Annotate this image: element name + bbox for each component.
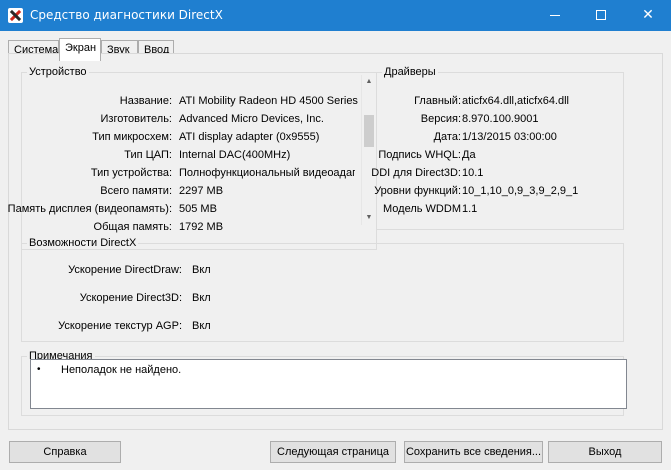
window-title: Средство диагностики DirectX xyxy=(30,8,223,22)
direct3d-value: Вкл xyxy=(192,292,211,304)
bullet-icon: • xyxy=(37,364,41,375)
device-name-label: Название: xyxy=(119,95,172,107)
feature-row-agp: Ускорение текстур AGP: Вкл xyxy=(22,320,322,334)
whql-label: Подпись WHQL: xyxy=(378,149,461,161)
dac-type-label: Тип ЦАП: xyxy=(124,149,172,161)
device-type-value: Полнофункциональный видеоадап xyxy=(179,167,355,179)
wddm-label: Модель WDDM xyxy=(383,203,461,215)
whql-value: Да xyxy=(462,149,476,161)
maximize-icon xyxy=(596,10,606,21)
shared-memory-label: Общая память: xyxy=(93,221,172,233)
close-button[interactable]: ✕ xyxy=(625,0,671,31)
total-memory-label: Всего памяти: xyxy=(100,185,172,197)
device-name-value: ATI Mobility Radeon HD 4500 Series xyxy=(179,95,358,107)
driver-row-feature-levels: Уровни функций: 10_1,10_0,9_3,9_2,9_1 xyxy=(374,185,623,199)
driver-row-version: Версия: 8.970.100.9001 xyxy=(377,113,623,127)
tab-display[interactable]: Экран xyxy=(59,38,101,61)
scrollbar-thumb[interactable] xyxy=(364,115,374,147)
next-page-button[interactable]: Следующая страница xyxy=(270,441,396,463)
ddi-value: 10.1 xyxy=(462,167,484,179)
manufacturer-value: Advanced Micro Devices, Inc. xyxy=(179,113,324,125)
device-type-label: Тип устройства: xyxy=(90,167,172,179)
driver-main-value: aticfx64.dll,aticfx64.dll xyxy=(462,95,569,107)
chip-type-value: ATI display adapter (0x9555) xyxy=(179,131,320,143)
driver-row-whql: Подпись WHQL: Да xyxy=(377,149,623,163)
driver-main-label: Главный: xyxy=(414,95,461,107)
directx-features-group: Возможности DirectX Ускорение DirectDraw… xyxy=(21,237,624,342)
exit-button[interactable]: Выход xyxy=(548,441,662,463)
total-memory-value: 2297 MB xyxy=(179,185,224,197)
dac-type-value: Internal DAC(400MHz) xyxy=(179,149,291,161)
minimize-button[interactable] xyxy=(532,0,578,31)
display-memory-label: Память дисплея (видеопамять): xyxy=(7,203,172,215)
device-row-total-memory: Всего памяти: 2297 MB xyxy=(22,185,362,199)
driver-row-main: Главный: aticfx64.dll,aticfx64.dll xyxy=(377,95,623,109)
wddm-value: 1.1 xyxy=(462,203,478,215)
dialog-client-area: Система Экран Звук Ввод Устройство Назва… xyxy=(0,31,671,470)
scroll-up-arrow-icon[interactable]: ▲ xyxy=(362,75,376,89)
minimize-icon xyxy=(550,14,560,16)
driver-row-date: Дата: 1/13/2015 03:00:00 xyxy=(377,131,623,145)
device-row-name: Название: ATI Mobility Radeon HD 4500 Se… xyxy=(22,95,362,109)
notes-textbox[interactable]: • Неполадок не найдено. xyxy=(30,359,627,409)
scroll-down-arrow-icon[interactable]: ▼ xyxy=(362,211,376,225)
feature-row-directdraw: Ускорение DirectDraw: Вкл xyxy=(22,264,322,278)
driver-version-value: 8.970.100.9001 xyxy=(462,113,539,125)
title-bar[interactable]: Средство диагностики DirectX ✕ xyxy=(0,0,671,31)
directdraw-value: Вкл xyxy=(192,264,211,276)
drivers-group: Драйверы Главный: aticfx64.dll,aticfx64.… xyxy=(371,66,624,230)
manufacturer-label: Изготовитель: xyxy=(100,113,173,125)
drivers-group-title: Драйверы xyxy=(382,66,438,78)
ddi-label: DDI для Direct3D: xyxy=(371,167,461,179)
feature-levels-value: 10_1,10_0,9_3,9_2,9_1 xyxy=(462,185,579,197)
maximize-button[interactable] xyxy=(578,0,624,31)
save-all-button[interactable]: Сохранить все сведения... xyxy=(404,441,543,463)
direct3d-label: Ускорение Direct3D: xyxy=(79,292,182,304)
directx-features-title: Возможности DirectX xyxy=(27,237,139,249)
display-memory-value: 505 MB xyxy=(179,203,217,215)
help-button[interactable]: Справка xyxy=(9,441,121,463)
driver-row-ddi: DDI для Direct3D: 10.1 xyxy=(371,167,623,181)
device-row-chip-type: Тип микросхем: ATI display adapter (0x95… xyxy=(22,131,362,145)
driver-date-label: Дата: xyxy=(433,131,461,143)
device-row-manufacturer: Изготовитель: Advanced Micro Devices, In… xyxy=(22,113,362,127)
notes-text: Неполадок не найдено. xyxy=(61,364,182,376)
device-row-dac-type: Тип ЦАП: Internal DAC(400MHz) xyxy=(22,149,362,163)
device-scrollbar[interactable]: ▲ ▼ xyxy=(361,75,375,225)
agp-value: Вкл xyxy=(192,320,211,332)
directx-app-icon xyxy=(8,8,23,23)
driver-date-value: 1/13/2015 03:00:00 xyxy=(462,131,557,143)
driver-row-wddm: Модель WDDM 1.1 xyxy=(377,203,623,217)
agp-label: Ускорение текстур AGP: xyxy=(58,320,182,332)
shared-memory-value: 1792 MB xyxy=(179,221,224,233)
feature-row-direct3d: Ускорение Direct3D: Вкл xyxy=(22,292,322,306)
device-row-device-type: Тип устройства: Полнофункциональный виде… xyxy=(22,167,362,181)
driver-version-label: Версия: xyxy=(420,113,461,125)
device-group-title: Устройство xyxy=(27,66,89,78)
close-icon: ✕ xyxy=(642,6,654,22)
device-row-shared-memory: Общая память: 1792 MB xyxy=(22,221,362,235)
feature-levels-label: Уровни функций: xyxy=(374,185,461,197)
device-row-display-memory: Память дисплея (видеопамять): 505 MB xyxy=(8,203,362,217)
device-group: Устройство Название: ATI Mobility Radeon… xyxy=(8,66,377,250)
chip-type-label: Тип микросхем: xyxy=(92,131,172,143)
directdraw-label: Ускорение DirectDraw: xyxy=(68,264,182,276)
